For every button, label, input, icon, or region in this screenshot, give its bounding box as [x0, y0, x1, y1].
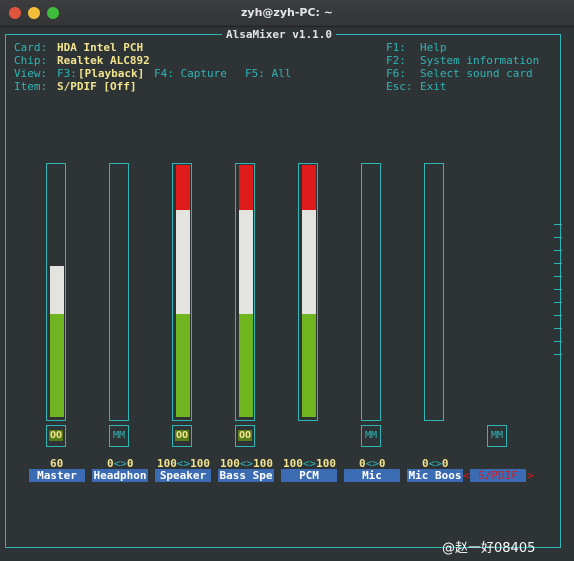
- volume-bar-4[interactable]: [298, 163, 318, 421]
- view-f3-key: F3:: [57, 67, 77, 80]
- scroll-tick: [554, 237, 562, 238]
- selection-right-caret: >: [527, 469, 534, 482]
- scroll-tick: [554, 250, 562, 251]
- item-label: Item:: [14, 80, 48, 93]
- channel-name-6[interactable]: Mic Boos: [407, 469, 463, 482]
- level-segment-red: [239, 165, 253, 210]
- level-segment-white: [239, 210, 253, 314]
- level-segment-white: [302, 210, 316, 314]
- volume-bar-0[interactable]: [46, 163, 66, 421]
- mute-switch-3[interactable]: OO: [235, 425, 255, 447]
- mute-switch-text: MM: [490, 430, 504, 441]
- level-segment-green: [50, 314, 64, 417]
- scroll-tick: [554, 289, 562, 290]
- mute-switch-7[interactable]: MM: [487, 425, 507, 447]
- mute-switch-5[interactable]: MM: [361, 425, 381, 447]
- card-value: HDA Intel PCH: [57, 41, 144, 54]
- help-f1-key: F1:: [386, 41, 406, 54]
- channel-name-7[interactable]: S/PDIF: [470, 469, 526, 482]
- scroll-tick: [554, 302, 562, 303]
- watermark: @赵一好08405: [442, 541, 536, 556]
- level-segment-red: [176, 165, 190, 210]
- terminal-window: zyh@zyh-PC: ~ AlsaMixer v1.1.0 Card: HDA…: [0, 0, 574, 561]
- card-label: Card:: [14, 41, 48, 54]
- level-segment-white: [176, 210, 190, 314]
- channel-name-0[interactable]: Master: [29, 469, 85, 482]
- chip-value: Realtek ALC892: [57, 54, 150, 67]
- help-f1-text[interactable]: Help: [420, 41, 447, 54]
- app-title: AlsaMixer v1.1.0: [222, 28, 336, 41]
- level-segment-green: [302, 314, 316, 417]
- channel-name-2[interactable]: Speaker: [155, 469, 211, 482]
- channel-name-4[interactable]: PCM: [281, 469, 337, 482]
- mute-switch-text: MM: [112, 430, 126, 441]
- view-capture[interactable]: F4: Capture: [154, 67, 227, 80]
- window-title: zyh@zyh-PC: ~: [241, 6, 333, 19]
- scroll-tick: [554, 328, 562, 329]
- help-f2-key: F2:: [386, 54, 406, 67]
- mute-switch-text: OO: [237, 430, 253, 441]
- help-esc-key: Esc:: [386, 80, 413, 93]
- view-all[interactable]: F5: All: [245, 67, 291, 80]
- channel-name-1[interactable]: Headphon: [92, 469, 148, 482]
- help-f6-text[interactable]: Select sound card: [420, 67, 533, 80]
- chip-label: Chip:: [14, 54, 48, 67]
- level-segment-red: [302, 165, 316, 210]
- terminal-area[interactable]: AlsaMixer v1.1.0 Card: HDA Intel PCH Chi…: [0, 27, 574, 561]
- mute-switch-text: OO: [48, 430, 64, 441]
- mute-switch-0[interactable]: OO: [46, 425, 66, 447]
- mute-switch-text: OO: [174, 430, 190, 441]
- level-segment-green: [176, 314, 190, 417]
- scroll-tick: [554, 224, 562, 225]
- scroll-tick: [554, 315, 562, 316]
- mute-switch-2[interactable]: OO: [172, 425, 192, 447]
- mute-switch-text: MM: [364, 430, 378, 441]
- help-f6-key: F6:: [386, 67, 406, 80]
- volume-bar-5[interactable]: [361, 163, 381, 421]
- volume-bar-1[interactable]: [109, 163, 129, 421]
- title-bar[interactable]: zyh@zyh-PC: ~: [0, 0, 574, 27]
- view-current: [Playback]: [78, 67, 145, 80]
- channel-name-3[interactable]: Bass Spe: [218, 469, 274, 482]
- level-segment-white: [50, 266, 64, 314]
- help-f2-text[interactable]: System information: [420, 54, 539, 67]
- scroll-tick: [554, 341, 562, 342]
- channel-name-5[interactable]: Mic: [344, 469, 400, 482]
- volume-bar-3[interactable]: [235, 163, 255, 421]
- scroll-tick: [554, 263, 562, 264]
- volume-bar-6[interactable]: [424, 163, 444, 421]
- item-value: S/PDIF [Off]: [57, 80, 137, 93]
- scroll-tick: [554, 276, 562, 277]
- selection-left-caret: <: [463, 469, 470, 482]
- level-segment-green: [239, 314, 253, 417]
- view-label: View:: [14, 67, 48, 80]
- volume-bar-2[interactable]: [172, 163, 192, 421]
- mute-switch-1[interactable]: MM: [109, 425, 129, 447]
- help-esc-text[interactable]: Exit: [420, 80, 447, 93]
- scroll-tick: [554, 354, 562, 355]
